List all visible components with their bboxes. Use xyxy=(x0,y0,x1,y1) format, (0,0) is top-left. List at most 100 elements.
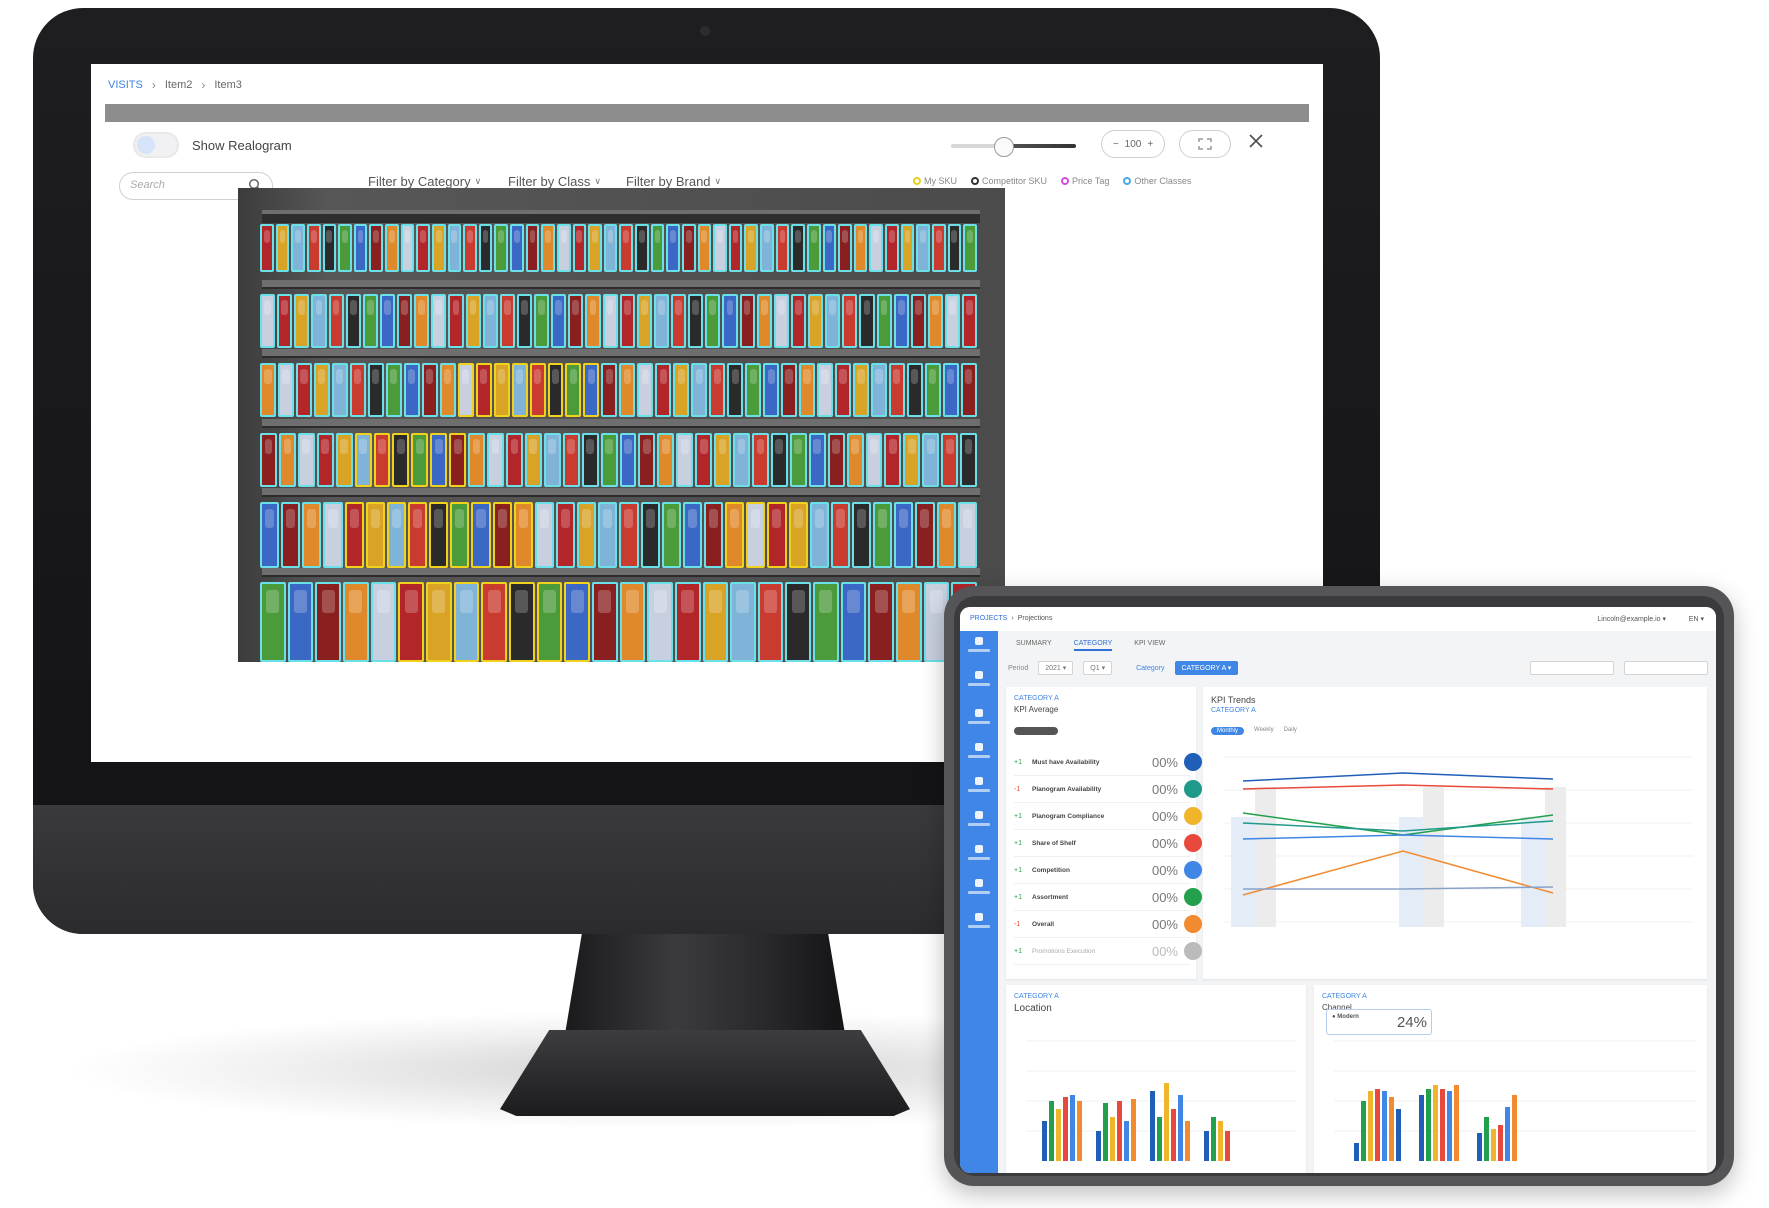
sidebar-item-products[interactable] xyxy=(964,777,994,807)
product-annotation-box[interactable] xyxy=(439,363,456,417)
legend-competitor-sku[interactable]: Competitor SKU xyxy=(971,176,1047,186)
product-annotation-box[interactable] xyxy=(705,294,721,348)
product-annotation-box[interactable] xyxy=(416,224,430,272)
product-annotation-box[interactable] xyxy=(585,294,601,348)
product-annotation-box[interactable] xyxy=(852,363,869,417)
product-annotation-box[interactable] xyxy=(468,433,486,487)
product-annotation-box[interactable] xyxy=(676,433,694,487)
product-annotation-box[interactable] xyxy=(492,502,512,568)
product-annotation-box[interactable] xyxy=(511,363,528,417)
product-annotation-box[interactable] xyxy=(338,224,352,272)
bar[interactable] xyxy=(1042,1121,1047,1161)
product-annotation-box[interactable] xyxy=(354,433,372,487)
legend-price-tag[interactable]: Price Tag xyxy=(1061,176,1109,186)
product-annotation-box[interactable] xyxy=(788,502,808,568)
product-annotation-box[interactable] xyxy=(482,294,498,348)
product-annotation-box[interactable] xyxy=(297,433,315,487)
product-annotation-box[interactable] xyxy=(894,502,914,568)
product-annotation-box[interactable] xyxy=(353,224,368,272)
product-annotation-box[interactable] xyxy=(529,363,546,417)
sidebar-item-data[interactable] xyxy=(964,709,994,739)
product-annotation-box[interactable] xyxy=(775,224,790,272)
product-annotation-box[interactable] xyxy=(565,363,582,417)
product-annotation-box[interactable] xyxy=(817,363,833,417)
product-annotation-box[interactable] xyxy=(666,224,680,272)
product-annotation-box[interactable] xyxy=(808,294,824,348)
product-annotation-box[interactable] xyxy=(915,502,935,568)
product-annotation-box[interactable] xyxy=(962,294,978,348)
product-annotation-box[interactable] xyxy=(661,502,681,568)
language-selector[interactable]: EN ▾ xyxy=(1689,615,1704,623)
product-annotation-box[interactable] xyxy=(713,224,727,272)
product-annotation-box[interactable] xyxy=(316,433,334,487)
bar[interactable] xyxy=(1477,1133,1482,1161)
product-annotation-box[interactable] xyxy=(322,224,337,272)
product-annotation-box[interactable] xyxy=(524,433,542,487)
product-annotation-box[interactable] xyxy=(927,294,943,348)
bar[interactable] xyxy=(1204,1131,1209,1161)
zoom-out-icon[interactable]: − xyxy=(1113,139,1119,150)
product-annotation-box[interactable] xyxy=(583,363,600,417)
product-annotation-box[interactable] xyxy=(397,294,413,348)
product-annotation-box[interactable] xyxy=(931,224,946,272)
product-annotation-box[interactable] xyxy=(551,294,567,348)
bar[interactable] xyxy=(1433,1085,1438,1161)
fullscreen-button[interactable] xyxy=(1179,130,1231,158)
product-annotation-box[interactable] xyxy=(602,294,618,348)
bar[interactable] xyxy=(1447,1091,1452,1161)
product-annotation-box[interactable] xyxy=(763,363,780,417)
zoom-stepper[interactable]: − 100 + xyxy=(1101,130,1165,158)
product-annotation-box[interactable] xyxy=(431,294,447,348)
product-annotation-box[interactable] xyxy=(619,502,639,568)
kpi-row[interactable]: -1 Planogram Availability 00% xyxy=(1014,776,1202,803)
product-annotation-box[interactable] xyxy=(510,224,524,272)
product-annotation-box[interactable] xyxy=(695,433,713,487)
product-annotation-box[interactable] xyxy=(335,433,353,487)
product-annotation-box[interactable] xyxy=(465,294,481,348)
product-annotation-box[interactable] xyxy=(277,363,294,417)
pill-weekly[interactable]: Weekly xyxy=(1254,727,1274,735)
product-annotation-box[interactable] xyxy=(287,582,314,662)
product-annotation-box[interactable] xyxy=(941,433,959,487)
product-annotation-box[interactable] xyxy=(277,294,293,348)
filter-brand-dropdown[interactable]: Filter by Brand ∨ xyxy=(626,174,721,189)
period-year-select[interactable]: 2021 ▾ xyxy=(1038,661,1074,675)
sidebar-item-reports[interactable] xyxy=(964,879,994,909)
product-annotation-box[interactable] xyxy=(799,363,816,417)
product-annotation-box[interactable] xyxy=(868,582,895,662)
breadcrumb-visits[interactable]: VISITS xyxy=(108,79,143,91)
bar[interactable] xyxy=(1150,1091,1155,1161)
product-annotation-box[interactable] xyxy=(315,582,341,662)
product-annotation-box[interactable] xyxy=(291,224,305,272)
product-annotation-box[interactable] xyxy=(345,294,361,348)
product-annotation-box[interactable] xyxy=(636,294,652,348)
product-annotation-box[interactable] xyxy=(493,363,510,417)
product-annotation-box[interactable] xyxy=(513,502,533,568)
bar[interactable] xyxy=(1389,1097,1394,1161)
pill-daily[interactable]: Daily xyxy=(1284,727,1297,735)
kpi-row[interactable]: +1 Promotions Execution 00% xyxy=(1014,938,1202,965)
sidebar-item-stores[interactable] xyxy=(964,811,994,841)
product-annotation-box[interactable] xyxy=(525,224,540,272)
product-annotation-box[interactable] xyxy=(730,582,756,662)
bar[interactable] xyxy=(1185,1121,1190,1161)
product-annotation-box[interactable] xyxy=(756,294,772,348)
product-annotation-box[interactable] xyxy=(588,224,602,272)
product-annotation-box[interactable] xyxy=(673,363,690,417)
bar[interactable] xyxy=(1354,1143,1359,1161)
product-annotation-box[interactable] xyxy=(275,224,290,272)
product-annotation-box[interactable] xyxy=(342,582,369,662)
bar[interactable] xyxy=(1218,1121,1223,1161)
bar[interactable] xyxy=(1117,1101,1122,1161)
sidebar-item-dashboard[interactable] xyxy=(964,671,994,701)
product-annotation-box[interactable] xyxy=(827,433,845,487)
product-annotation-box[interactable] xyxy=(600,433,618,487)
product-annotation-box[interactable] xyxy=(385,224,399,272)
realogram-toggle[interactable] xyxy=(133,132,179,158)
product-annotation-box[interactable] xyxy=(703,502,724,568)
product-annotation-box[interactable] xyxy=(767,502,787,568)
product-annotation-box[interactable] xyxy=(281,502,301,568)
product-annotation-box[interactable] xyxy=(650,224,665,272)
product-annotation-box[interactable] xyxy=(403,363,420,417)
product-annotation-box[interactable] xyxy=(688,294,704,348)
